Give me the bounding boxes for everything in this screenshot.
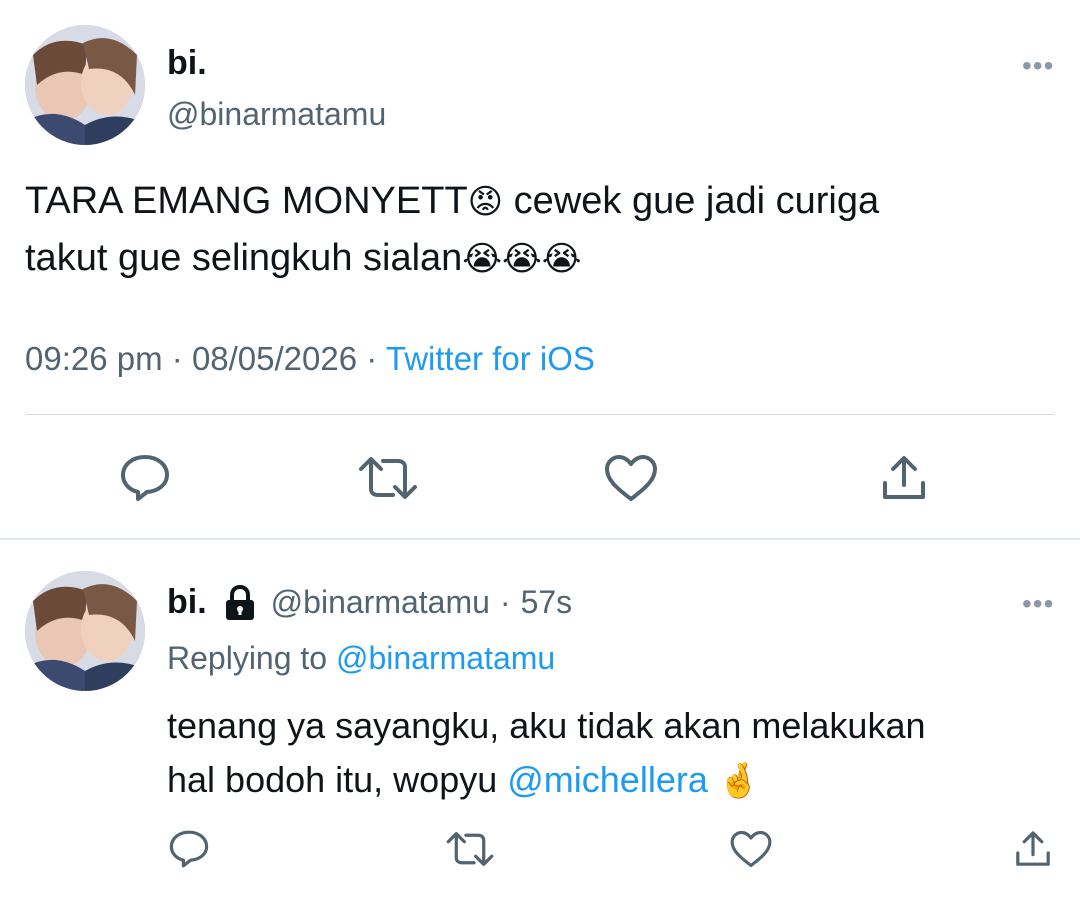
angry-face-emoji: 😡 — [467, 182, 504, 222]
tweet-source-link[interactable]: Twitter for iOS — [386, 340, 595, 377]
handle[interactable]: @binarmatamu — [167, 96, 386, 133]
meta-separator: · — [171, 340, 183, 377]
reply-header: bi. @binarmatamu · 57s — [167, 583, 572, 622]
retweet-icon[interactable] — [444, 826, 496, 872]
crossed-fingers-emoji: 🤞 — [717, 761, 761, 801]
mention-link[interactable]: @michellera — [507, 759, 708, 800]
divider — [25, 414, 1055, 415]
tweet-text-line2: takut gue selingkuh sialan — [25, 237, 463, 279]
tweet-age[interactable]: 57s — [521, 584, 573, 621]
share-icon[interactable] — [1010, 826, 1056, 872]
reply-text-line1: tenang ya sayangku, aku tidak akan melak… — [167, 705, 926, 746]
crying-face-emoji: 😭😭😭 — [462, 239, 582, 279]
heart-icon[interactable] — [600, 448, 662, 508]
divider — [0, 538, 1080, 540]
avatar[interactable] — [25, 25, 145, 145]
more-icon[interactable]: ••• — [1022, 588, 1054, 620]
tweet-meta: 09:26 pm · 08/05/2026 · Twitter for iOS — [25, 340, 595, 378]
avatar[interactable] — [25, 571, 145, 691]
tweet-date[interactable]: 08/05/2026 — [192, 340, 357, 377]
handle[interactable]: @binarmatamu — [271, 584, 490, 621]
tweet-text-line1b: cewek gue jadi curiga — [503, 180, 880, 222]
reply-icon[interactable] — [166, 826, 212, 872]
tweet-text: TARA EMANG MONYETT😡 cewek gue jadi curig… — [25, 173, 1055, 287]
display-name[interactable]: bi. — [167, 583, 207, 622]
display-name[interactable]: bi. — [167, 44, 207, 83]
share-icon[interactable] — [874, 448, 934, 508]
replying-to-link[interactable]: @binarmatamu — [336, 640, 555, 676]
tweet-text-line1: TARA EMANG MONYETT — [25, 180, 468, 222]
meta-separator: · — [366, 340, 378, 377]
heart-icon[interactable] — [727, 826, 775, 872]
replying-prefix: Replying to — [167, 640, 328, 676]
more-icon[interactable]: ••• — [1022, 50, 1054, 82]
meta-separator: · — [499, 584, 511, 620]
lock-icon — [223, 584, 257, 622]
retweet-icon[interactable] — [356, 448, 420, 508]
tweet-time[interactable]: 09:26 pm — [25, 340, 163, 377]
reply-icon[interactable] — [115, 448, 175, 508]
reply-text: tenang ya sayangku, aku tidak akan melak… — [167, 699, 1057, 808]
reply-text-line2: hal bodoh itu, wopyu — [167, 759, 508, 800]
replying-to: Replying to @binarmatamu — [167, 640, 555, 677]
